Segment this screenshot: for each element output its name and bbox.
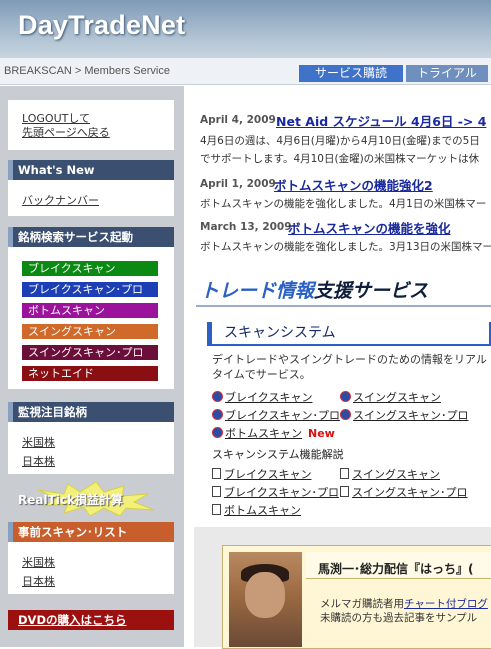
manual-link-item[interactable]: スイングスキャン (340, 466, 440, 482)
watch-heading: 監視注目銘柄 (8, 402, 174, 422)
scan-link-item[interactable]: ボトムスキャン New (212, 425, 335, 441)
promo-text: メルマガ購読者用チャート付ブログ (320, 596, 488, 611)
new-badge: New (308, 427, 335, 440)
scan-link-item[interactable]: ブレイクスキャン (212, 389, 312, 405)
trade-heading-rest: 支援サービス (314, 280, 429, 302)
scan-link-item[interactable]: スイングスキャン･プロ (340, 407, 469, 423)
news-date: April 4, 2009 (200, 114, 276, 126)
scan-launch-button[interactable]: スイングスキャン･プロ (22, 345, 158, 360)
news-body: ボトムスキャンの機能を強化しました。3月13日の米国株マー (200, 241, 491, 253)
promo-title[interactable]: 馬渕一･総力配信『はっち』( (318, 560, 474, 577)
document-icon (340, 486, 349, 497)
news-title-link[interactable]: ボトムスキャンの機能強化2 (274, 175, 433, 194)
bullet-icon (340, 409, 351, 420)
scan-launch-button[interactable]: ネットエイド (22, 366, 158, 381)
trade-services-heading: トレード情報支援サービス (200, 276, 428, 303)
realtick-badge[interactable]: RealTick損益計算 (8, 482, 174, 516)
news-title-link[interactable]: ボトムスキャンの機能を強化 (288, 218, 451, 237)
prescan-jp-link[interactable]: 日本株 (22, 573, 55, 589)
breakscan-pro-link[interactable]: ブレイクスキャン･プロ (225, 409, 340, 422)
heading-divider (196, 305, 491, 307)
news-body: でサポートします。4月10日(金曜)の米国株マーケットは休 (200, 153, 480, 165)
promo-text: 未購読の方も過去記事をサンプル (320, 612, 478, 624)
manual-link-item[interactable]: ブレイクスキャン･プロ (212, 484, 339, 500)
realtick-badge-label: RealTick損益計算 (18, 493, 123, 507)
manual-breakscan-pro-link[interactable]: ブレイクスキャン･プロ (224, 486, 339, 499)
news-title-link[interactable]: Net Aid スケジュール 4月6日 -> 4 (276, 111, 486, 130)
watch-jp-link[interactable]: 日本株 (22, 453, 55, 469)
scan-launch-button[interactable]: ボトムスキャン (22, 303, 158, 318)
manual-link-item[interactable]: ブレイクスキャン (212, 466, 311, 482)
trade-heading-accent: トレード情報 (200, 280, 315, 302)
document-icon (212, 504, 221, 515)
bullet-icon (212, 391, 223, 402)
document-icon (212, 468, 221, 479)
swingscan-pro-link[interactable]: スイングスキャン･プロ (353, 409, 469, 422)
manual-link-item[interactable]: ボトムスキャン (212, 502, 301, 518)
bottomscan-link[interactable]: ボトムスキャン (225, 427, 302, 440)
news-body: ボトムスキャンの機能を強化しました。4月1日の米国株マー (200, 198, 487, 210)
bullet-icon (212, 427, 223, 438)
scan-launch-button[interactable]: スイングスキャン (22, 324, 158, 339)
news-list: April 4, 2009 Net Aid スケジュール 4月6日 -> 4 4… (0, 0, 491, 270)
manual-swingscan-pro-link[interactable]: スイングスキャン･プロ (352, 486, 468, 499)
manual-swingscan-link[interactable]: スイングスキャン (352, 468, 440, 481)
document-icon (212, 486, 221, 497)
bullet-icon (340, 391, 351, 402)
watch-us-link[interactable]: 米国株 (22, 434, 55, 450)
manual-breakscan-link[interactable]: ブレイクスキャン (224, 468, 311, 481)
dvd-purchase-link[interactable]: DVDの購入はこちら (8, 610, 174, 630)
chart-blog-link[interactable]: チャート付ブログ (404, 598, 488, 610)
bullet-icon (212, 409, 223, 420)
document-icon (340, 468, 349, 479)
swingscan-link[interactable]: スイングスキャン (353, 391, 441, 404)
scan-system-title: スキャンシステム (207, 322, 491, 346)
news-date: April 1, 2009 (200, 178, 276, 190)
scan-system-description: デイトレードやスイングトレードのための情報をリアルタイムでサービス。 (212, 353, 487, 381)
news-date: March 13, 2009 (200, 221, 292, 233)
prescan-heading: 事前スキャン･リスト (8, 522, 174, 542)
scan-launch-button[interactable]: ブレイクスキャン･プロ (22, 282, 158, 297)
breakscan-link[interactable]: ブレイクスキャン (225, 391, 312, 404)
news-body: 4月6日の週は、4月6日(月曜)から4月10日(金曜)までの5日 (200, 135, 480, 147)
scan-link-item[interactable]: スイングスキャン (340, 389, 441, 405)
scan-link-item[interactable]: ブレイクスキャン･プロ (212, 407, 340, 423)
manual-heading: スキャンシステム機能解説 (212, 448, 344, 461)
prescan-us-link[interactable]: 米国株 (22, 554, 55, 570)
author-photo (229, 552, 302, 647)
promo-text-prefix: メルマガ購読者用 (320, 598, 404, 610)
manual-link-item[interactable]: スイングスキャン･プロ (340, 484, 468, 500)
manual-bottomscan-link[interactable]: ボトムスキャン (224, 504, 301, 517)
